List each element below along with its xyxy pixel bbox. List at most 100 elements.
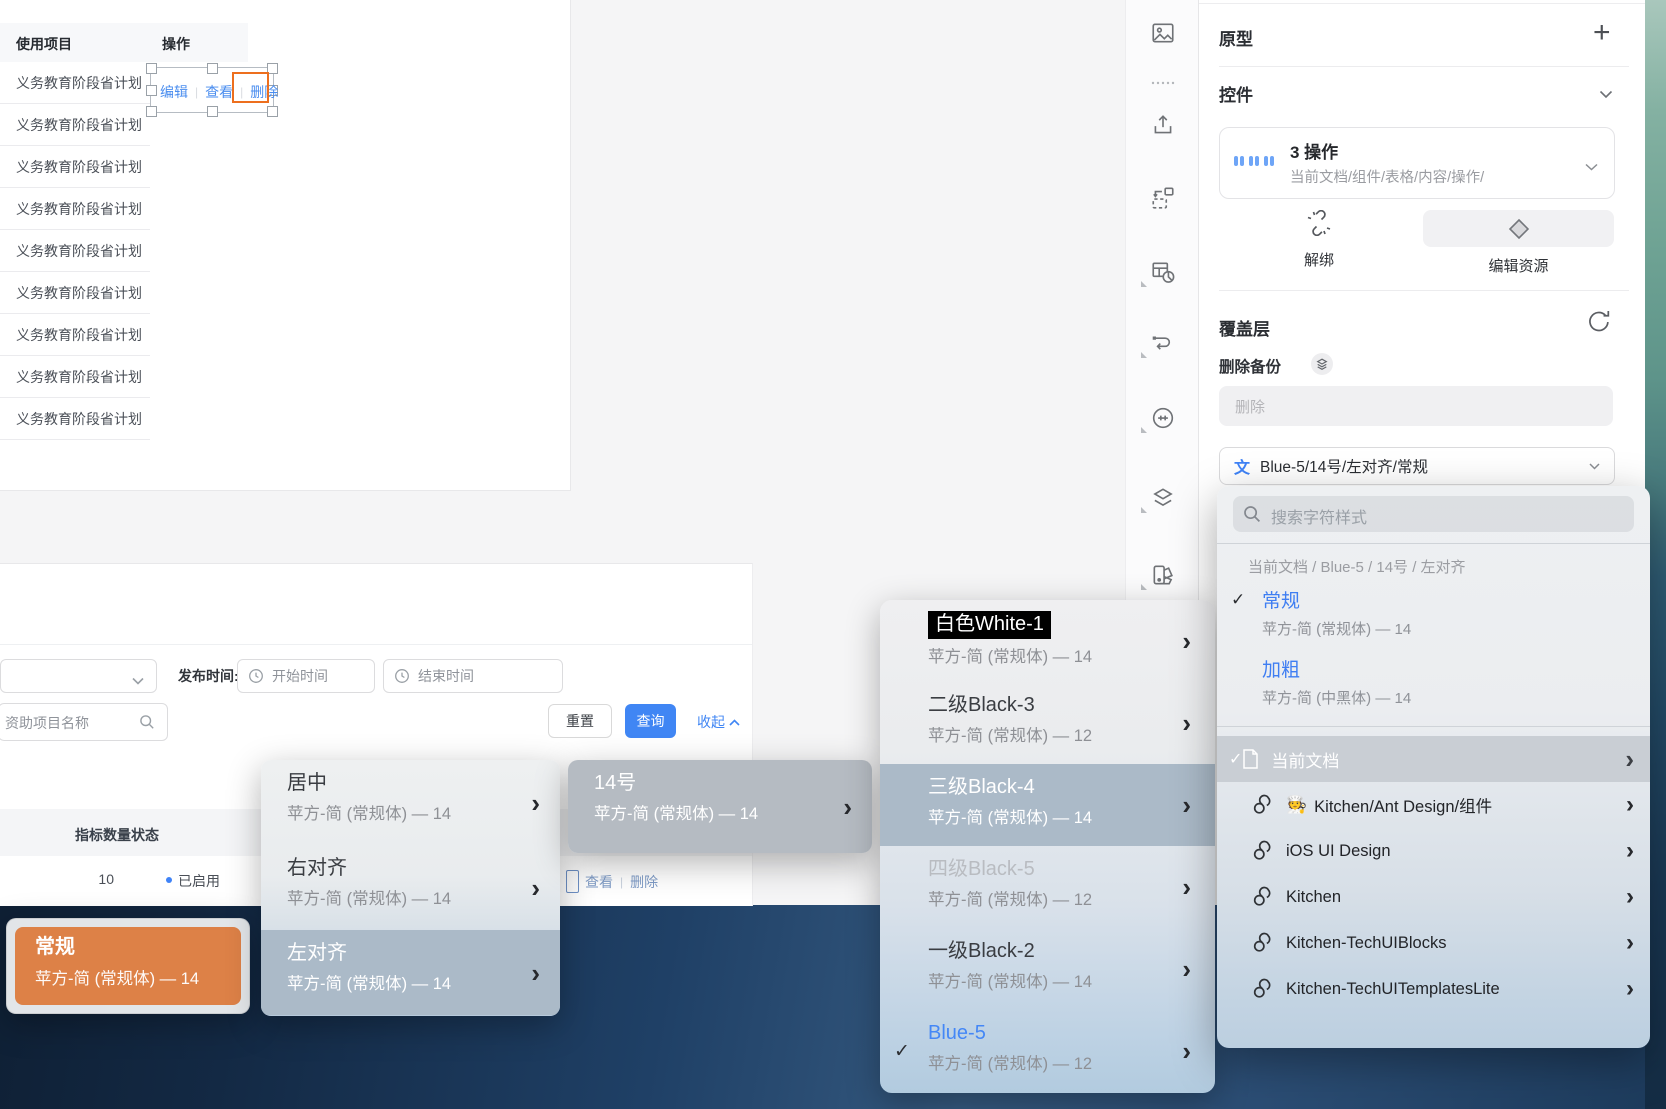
menu-item-label: 四级Black-5 (928, 858, 1035, 880)
project-name-input[interactable]: 资助项目名称 (0, 703, 168, 741)
character-style-option[interactable]: ✓ 加粗 苹方-简 (中黑体) — 14 (1217, 646, 1650, 715)
project-name-placeholder: 资助项目名称 (5, 713, 89, 733)
chevron-down-icon[interactable] (1599, 86, 1613, 104)
overlay-section-title: 覆盖层 (1219, 315, 1270, 340)
text-style-select[interactable]: 文 Blue-5/14号/左对齐/常规 (1219, 447, 1615, 485)
table-chart-icon[interactable] (1150, 259, 1176, 285)
add-interaction-icon[interactable]: + (1593, 18, 1611, 48)
menu-item-detail: 苹方-简 (常规体) — 12 (928, 886, 1169, 910)
link-divider: | (195, 85, 198, 99)
broken-link-icon (1306, 210, 1332, 236)
reset-button[interactable]: 重置 (548, 704, 612, 738)
export-icon[interactable] (1150, 112, 1176, 138)
table-body: 义务教育阶段省计划 义务教育阶段省计划 义务教育阶段省计划 义务教育阶段省计划 … (0, 62, 248, 440)
library-source-row[interactable]: Kitchen-TechUITemplatesLite › (1217, 966, 1650, 1012)
alignment-menu-item[interactable]: 左对齐 苹方-简 (常规体) — 14 › (261, 930, 560, 1015)
dropdown-divider (1217, 543, 1650, 544)
widget-instance-card[interactable]: 3 操作 当前文档/组件/表格/内容/操作/ (1219, 127, 1615, 199)
library-source-row[interactable]: Kitchen-TechUIBlocks › (1217, 920, 1650, 966)
selection-handle[interactable] (207, 63, 218, 74)
color-style-menu-item[interactable]: ✓ 白色White-1 苹方-简 (常规体) — 14 › (880, 600, 1215, 682)
font-weight-menu: 常规 苹方-简 (常规体) — 14 (6, 918, 250, 1014)
chevron-down-icon[interactable] (1585, 158, 1598, 176)
dropdown-divider (1217, 726, 1650, 727)
alignment-menu-item[interactable]: 右对齐 苹方-简 (常规体) — 14 › (261, 845, 560, 930)
widget-path: 当前文档/组件/表格/内容/操作/ (1290, 166, 1484, 187)
menu-item-detail: 苹方-简 (常规体) — 12 (928, 1050, 1169, 1074)
link-icon (1252, 886, 1274, 908)
alignment-menu-item[interactable]: 居中 苹方-简 (常规体) — 14 › (261, 760, 560, 845)
selection-handle[interactable] (146, 63, 157, 74)
menu-item-14[interactable]: 14号 苹方-简 (常规体) — 14 › (568, 760, 872, 853)
selection-handle[interactable] (146, 106, 157, 117)
menu-item-detail: 苹方-简 (常规体) — 14 (928, 968, 1169, 992)
delete-link[interactable]: 删除 (630, 872, 658, 892)
chevron-up-icon (729, 719, 740, 726)
chevron-right-icon: › (531, 790, 540, 816)
view-link[interactable]: 查看 (205, 82, 233, 102)
menu-item-label: 常规 (35, 935, 241, 960)
color-style-menu-item[interactable]: ✓ 一级Black-2 苹方-简 (常规体) — 14 › (880, 928, 1215, 1010)
text-style-icon: 文 (1234, 454, 1250, 478)
menu-item-label: 二级Black-3 (928, 694, 1035, 716)
library-source-row[interactable]: 🧑‍🍳 Kitchen/Ant Design/组件 › (1217, 782, 1650, 828)
edit-resource-pill (1423, 210, 1614, 247)
status-dot (166, 877, 172, 883)
menu-item-label: 一级Black-2 (928, 940, 1035, 962)
color-style-menu-item[interactable]: ✓ Blue-5 苹方-简 (常规体) — 12 › (880, 1010, 1215, 1092)
layers-icon[interactable] (1150, 485, 1176, 511)
unbind-button[interactable]: 解绑 (1279, 210, 1359, 270)
edit-resource-button[interactable]: 编辑资源 (1423, 210, 1614, 276)
project-type-select[interactable] (0, 659, 157, 693)
artboard-usage-table: 使用项目 操作 义务教育阶段省计划 义务教育阶段省计划 义务教育阶段省计划 义务… (0, 0, 571, 491)
clock-icon (394, 668, 410, 684)
style-name: 加粗 (1262, 655, 1650, 682)
chevron-right-icon: › (1626, 885, 1634, 909)
component-swap-icon[interactable] (1150, 185, 1176, 211)
link-icon (1252, 978, 1274, 1000)
link-icon (1252, 932, 1274, 954)
style-search-input[interactable]: 搜索字符样式 (1233, 496, 1634, 532)
character-style-option[interactable]: ✓ 常规 苹方-简 (常规体) — 14 (1217, 577, 1650, 646)
selection-handle[interactable] (267, 106, 278, 117)
library-source-row[interactable]: Kitchen › (1217, 874, 1650, 920)
selection-handle[interactable] (207, 106, 218, 117)
column-header-action: 操作 (162, 34, 190, 54)
source-label: 当前文档 (1271, 747, 1339, 772)
menu-item-detail: 苹方-简 (常规体) — 14 (287, 885, 514, 909)
panel-divider (1219, 66, 1629, 67)
table-cell-usage: 义务教育阶段省计划 (16, 75, 142, 91)
edit-link[interactable]: 编辑 (160, 82, 188, 102)
view-link[interactable]: 查看 (585, 872, 613, 892)
component-dashes-icon (1234, 156, 1274, 166)
end-time-input[interactable]: 结束时间 (383, 659, 563, 693)
chevron-down-icon (1589, 457, 1600, 475)
more-dots-icon[interactable] (1150, 70, 1176, 96)
screen: 使用项目 操作 义务教育阶段省计划 义务教育阶段省计划 义务教育阶段省计划 义务… (0, 0, 1666, 1109)
color-style-menu-item[interactable]: ✓ 二级Black-3 苹方-简 (常规体) — 12 › (880, 682, 1215, 764)
collapse-link[interactable]: 收起 (697, 712, 740, 732)
partially-hidden-edit-link[interactable] (566, 870, 579, 893)
library-label: Kitchen-TechUIBlocks (1286, 934, 1446, 953)
query-button[interactable]: 查询 (625, 704, 676, 738)
style-name: 常规 (1262, 586, 1650, 613)
layers-badge-icon[interactable] (1311, 353, 1333, 375)
start-time-input[interactable]: 开始时间 (237, 659, 375, 693)
menu-item-detail: 苹方-简 (常规体) — 14 (287, 970, 514, 994)
menu-item-regular[interactable]: 常规 苹方-简 (常规体) — 14 (15, 927, 241, 1005)
color-style-menu-item[interactable]: ✓ 四级Black-5 苹方-简 (常规体) — 12 › (880, 846, 1215, 928)
reset-overrides-icon[interactable] (1586, 308, 1612, 339)
color-style-menu-item[interactable]: ✓ 三级Black-4 苹方-简 (常规体) — 14 › (880, 764, 1215, 846)
input-field-icon[interactable] (1150, 405, 1176, 431)
library-source-row[interactable]: iOS UI Design › (1217, 828, 1650, 874)
chevron-right-icon: › (1182, 874, 1191, 900)
override-text-input[interactable]: 删除 (1219, 386, 1613, 426)
image-icon[interactable] (1150, 20, 1176, 46)
source-current-document[interactable]: ✓ 当前文档 › (1217, 736, 1650, 782)
library-sources: 🧑‍🍳 Kitchen/Ant Design/组件 › iOS UI Desig… (1217, 782, 1650, 1012)
color-swatches-icon[interactable] (1150, 562, 1176, 588)
chevron-right-icon: › (1182, 1038, 1191, 1064)
selection-handle[interactable] (146, 85, 157, 96)
connector-icon[interactable] (1150, 330, 1176, 356)
widgets-section-title: 控件 (1219, 81, 1253, 106)
